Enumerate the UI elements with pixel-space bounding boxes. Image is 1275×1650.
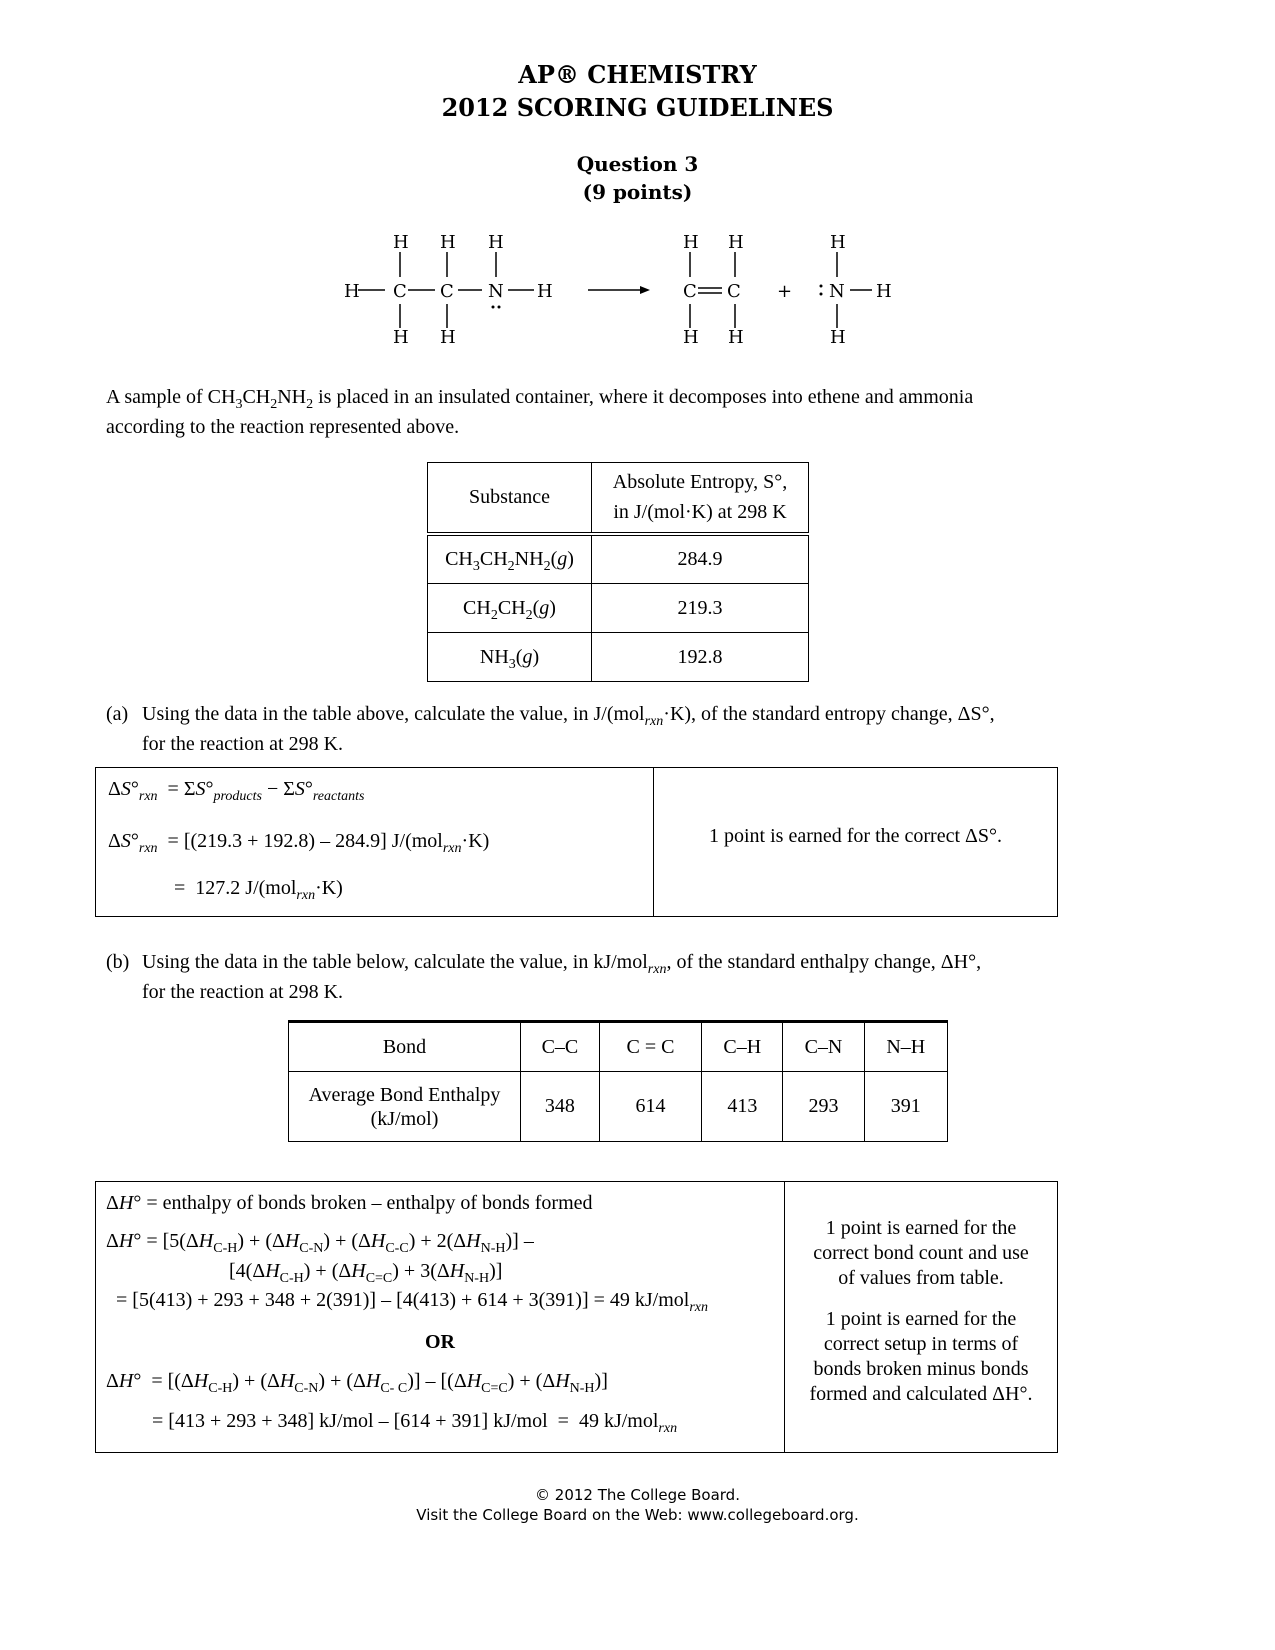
or-separator: OR	[425, 1331, 455, 1353]
svg-text:C: C	[727, 281, 741, 302]
header-entropy: Absolute Entropy, S°, in J/(mol·K) at 29…	[591, 462, 809, 536]
row-label-line: (kJ/mol)	[370, 1107, 439, 1130]
intro-text: CH	[242, 386, 271, 408]
part-a-label: (a)	[106, 703, 129, 725]
entropy-value: 192.8	[591, 632, 809, 682]
substance-cell: CH3CH2NH2(g)	[427, 533, 592, 584]
substance-cell: NH3(g)	[427, 632, 592, 682]
enthalpy-definition: ΔH° = enthalpy of bonds broken – enthalp…	[106, 1192, 593, 1214]
entropy-value: 284.9	[591, 533, 809, 584]
svg-text:H: H	[830, 232, 846, 253]
part-b-label: (b)	[106, 951, 130, 973]
question-text: Using the data in the table above, calcu…	[142, 703, 645, 725]
part-b-point-2: 1 point is earned for the correct setup …	[785, 1307, 1057, 1407]
svg-text:C: C	[683, 281, 697, 302]
bond-enthalpy-value: 614	[598, 1071, 703, 1142]
document-title: AP® CHEMISTRY	[518, 60, 757, 89]
svg-text:H: H	[830, 327, 846, 348]
entropy-value: 219.3	[591, 583, 809, 633]
footer-visit-link[interactable]: Visit the College Board on the Web: www.…	[0, 1505, 1275, 1525]
header-entropy-line: Absolute Entropy, S°,	[612, 471, 788, 494]
svg-text:N: N	[829, 281, 845, 302]
enthalpy-alt-setup: ΔH° = [(ΔHC-H) + (ΔHC-N) + (ΔHC- C)] – […	[106, 1370, 608, 1396]
svg-text:N: N	[488, 281, 504, 302]
bond-type: C = C	[598, 1021, 703, 1072]
enthalpy-calculation: = [5(413) + 293 + 348 + 2(391)] – [4(413…	[116, 1289, 709, 1315]
entropy-table: Substance Absolute Entropy, S°, in J/(mo…	[427, 462, 809, 682]
intro-text: A sample of CH	[106, 386, 236, 408]
question-number: Question 3	[576, 152, 699, 176]
bond-type: C–H	[701, 1021, 784, 1072]
point-text: correct setup in terms of	[823, 1333, 1019, 1355]
substance-cell: CH2CH2(g)	[427, 583, 592, 633]
table-row: NH3(g) 192.8	[427, 632, 809, 682]
intro-paragraph: A sample of CH3CH2NH2 is placed in an in…	[106, 386, 974, 438]
svg-text:H: H	[440, 327, 456, 348]
subscript: rxn	[644, 714, 664, 729]
part-a-answer-box: ΔS°rxn = ΣS°products − ΣS°reactants ΔS°r…	[95, 767, 1058, 917]
point-text: bonds broken minus bonds	[813, 1358, 1029, 1380]
bond-type: C–N	[782, 1021, 865, 1072]
enthalpy-setup-line2: [4(ΔHC-H) + (ΔHC=C) + 3(ΔHN-H)]	[229, 1260, 503, 1286]
table-row: CH2CH2(g) 219.3	[427, 583, 809, 633]
bond-enthalpy-value: 293	[782, 1071, 865, 1142]
header-substance: Substance	[427, 462, 592, 536]
part-b-answer-box: ΔH° = enthalpy of bonds broken – enthalp…	[95, 1181, 1058, 1453]
table-row: CH3CH2NH2(g) 284.9	[427, 533, 809, 584]
bond-enthalpy-value: 348	[520, 1071, 600, 1142]
row-label-line: Average Bond Enthalpy	[308, 1083, 501, 1106]
svg-text:H: H	[393, 232, 409, 253]
document-subtitle: 2012 SCORING GUIDELINES	[441, 93, 834, 122]
part-a-point: 1 point is earned for the correct ΔS°.	[709, 825, 1002, 847]
question-text: ·K), of the standard entropy change, ΔS°…	[663, 703, 995, 725]
svg-text:H: H	[488, 232, 504, 253]
enthalpy-alt-calculation: = [413 + 293 + 348] kJ/mol – [614 + 391]…	[152, 1410, 678, 1436]
bond-enthalpy-value: 391	[863, 1071, 949, 1142]
subscript: rxn	[647, 962, 667, 977]
svg-text:H: H	[440, 232, 456, 253]
svg-text:H: H	[728, 327, 744, 348]
question-text: , of the standard enthalpy change, ΔH°,	[666, 951, 982, 973]
point-text: 1 point is earned for the	[825, 1308, 1017, 1330]
footer-copyright: © 2012 The College Board.	[535, 1486, 740, 1504]
svg-text:H: H	[728, 232, 744, 253]
point-text: correct bond count and use	[813, 1242, 1029, 1264]
part-b-point-1: 1 point is earned for the correct bond c…	[785, 1216, 1057, 1291]
intro-text: is placed in an insulated container, whe…	[313, 386, 974, 408]
question-text: for the reaction at 298 K.	[142, 733, 344, 755]
point-text: formed and calculated ΔH°.	[809, 1383, 1033, 1405]
question-text: Using the data in the table below, calcu…	[142, 951, 648, 973]
svg-text:H: H	[393, 327, 409, 348]
intro-text: NH	[277, 386, 307, 408]
part-a-question: Using the data in the table above, calcu…	[142, 699, 1082, 759]
entropy-formula: ΔS°rxn = ΣS°products − ΣS°reactants	[108, 778, 365, 804]
svg-text:C: C	[440, 281, 454, 302]
svg-text:H: H	[683, 232, 699, 253]
question-text: for the reaction at 298 K.	[142, 981, 344, 1003]
point-text: of values from table.	[838, 1267, 1004, 1289]
enthalpy-setup-line1: ΔH° = [5(ΔHC-H) + (ΔHC-N) + (ΔHC-C) + 2(…	[106, 1230, 534, 1256]
svg-text:C: C	[393, 281, 407, 302]
plus-sign: +	[777, 281, 792, 302]
part-b-question: Using the data in the table below, calcu…	[142, 947, 1082, 1007]
svg-text:H: H	[537, 281, 553, 302]
bond-type: C–C	[520, 1021, 600, 1072]
bond-enthalpy-value: 413	[701, 1071, 784, 1142]
bond-type: N–H	[863, 1021, 949, 1072]
header-entropy-line: in J/(mol·K) at 298 K	[613, 501, 787, 524]
row-label-enthalpy: Average Bond Enthalpy (kJ/mol)	[288, 1071, 521, 1142]
svg-text:H: H	[683, 327, 699, 348]
svg-text:H: H	[344, 281, 360, 302]
question-points: (9 points)	[582, 180, 693, 204]
intro-text: according to the reaction represented ab…	[106, 416, 460, 438]
svg-text:H: H	[876, 281, 892, 302]
reaction-diagram: H C C N H H H H H H C C H H H H + N H H …	[344, 232, 892, 348]
point-text: 1 point is earned for the	[825, 1217, 1017, 1239]
entropy-substitution: ΔS°rxn = [(219.3 + 192.8) – 284.9] J/(mo…	[108, 830, 490, 856]
reaction-arrow	[588, 286, 650, 294]
header-bond: Bond	[288, 1021, 521, 1072]
ethene-atoms: C C H H H H	[683, 232, 744, 348]
entropy-result: = 127.2 J/(molrxn·K)	[174, 877, 343, 903]
bond-enthalpy-table: Bond C–C C = C C–H C–N N–H Average Bond …	[288, 1020, 949, 1142]
